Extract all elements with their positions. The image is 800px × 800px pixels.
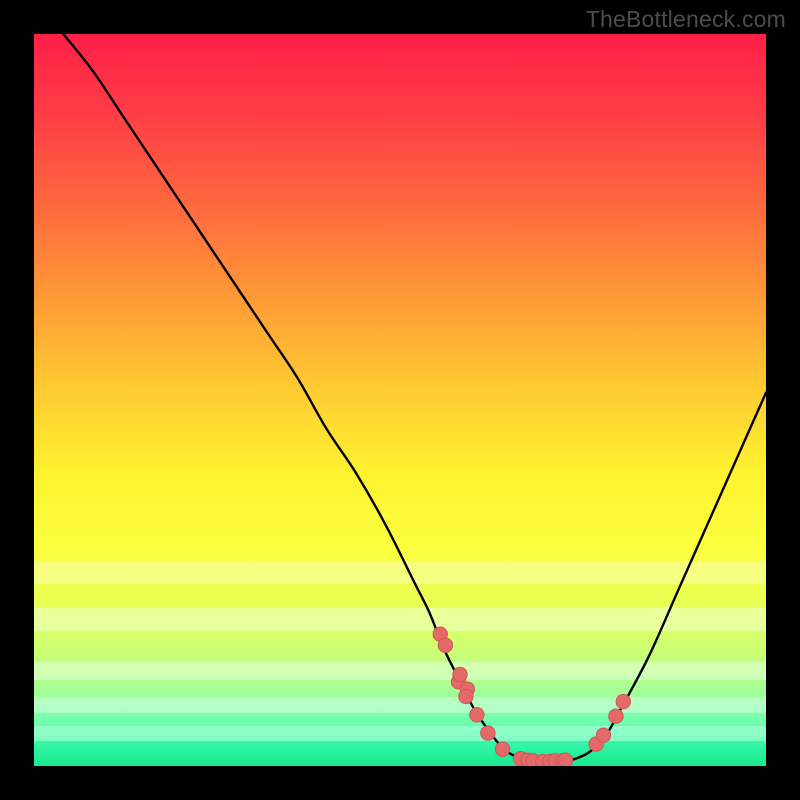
marker-point — [459, 689, 473, 703]
marker-point — [616, 694, 630, 708]
bottleneck-curve — [63, 34, 766, 762]
marker-point — [453, 667, 467, 681]
marker-point — [596, 728, 610, 742]
marker-point — [558, 753, 572, 766]
curve-layer — [34, 34, 766, 766]
marker-point — [438, 638, 452, 652]
marker-point — [481, 726, 495, 740]
chart-frame: TheBottleneck.com — [0, 0, 800, 800]
watermark-text: TheBottleneck.com — [586, 6, 786, 33]
plot-area — [34, 34, 766, 766]
marker-point — [609, 709, 623, 723]
marker-points — [433, 627, 630, 766]
marker-point — [495, 742, 509, 756]
marker-point — [470, 708, 484, 722]
